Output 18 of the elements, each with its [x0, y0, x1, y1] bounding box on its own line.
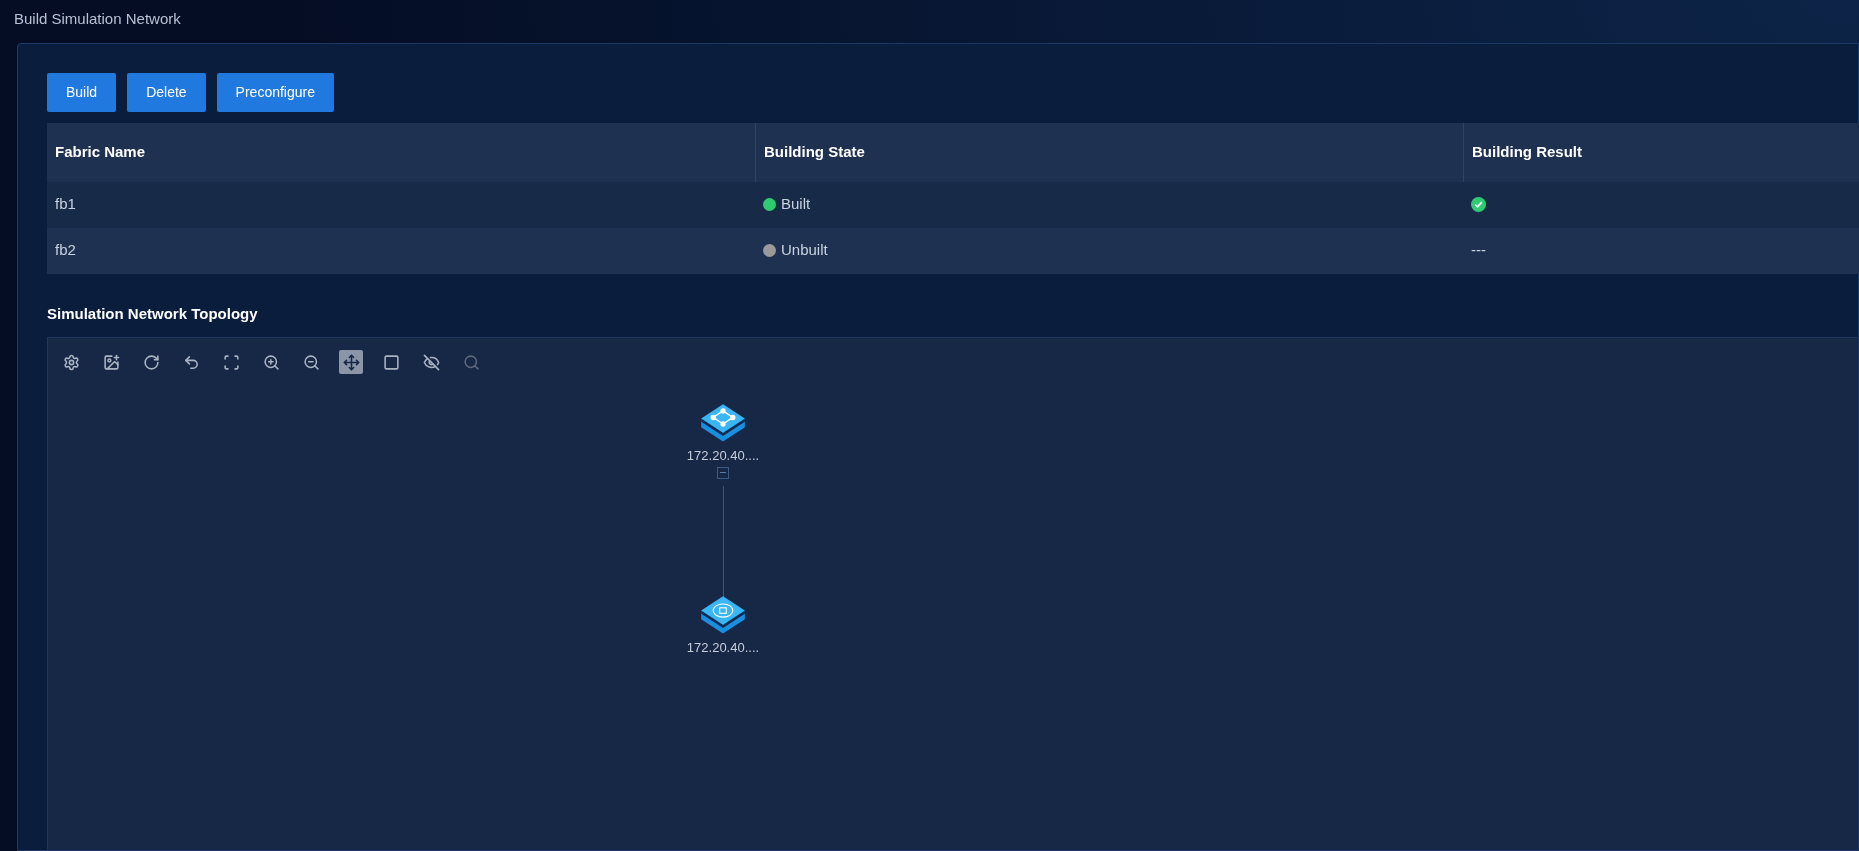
- page-title: Build Simulation Network: [13, 9, 182, 29]
- action-button[interactable]: Build: [47, 72, 117, 112]
- fabric-name: fb1: [55, 195, 76, 213]
- action-button[interactable]: Delete: [127, 72, 206, 112]
- node-label: 172.20.40....: [686, 639, 760, 657]
- building-state: Built: [781, 194, 811, 215]
- topology-title: Simulation Network Topology: [47, 303, 259, 324]
- column-header: Building State: [764, 141, 865, 162]
- building-result: ---: [1471, 240, 1486, 261]
- center-icon[interactable]: [339, 350, 363, 374]
- column-header: Fabric Name: [55, 141, 146, 162]
- success-check-icon: [1471, 197, 1486, 212]
- fabric-name: fb2: [55, 241, 76, 259]
- column-header: Building Result: [1472, 141, 1582, 162]
- collapse-toggle[interactable]: [717, 466, 729, 479]
- action-button[interactable]: Preconfigure: [216, 72, 334, 112]
- building-state: Unbuilt: [781, 240, 828, 261]
- node-label: 172.20.40....: [686, 447, 760, 465]
